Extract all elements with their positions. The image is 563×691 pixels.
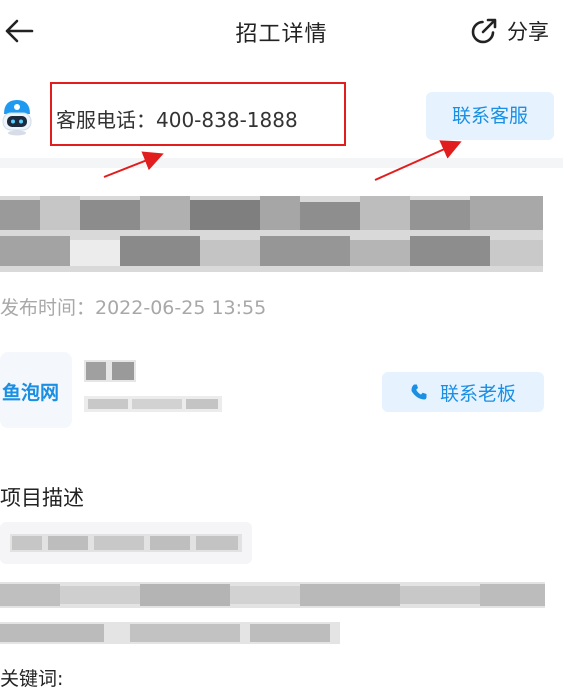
header-bar: 招工详情 分享 [0,0,563,62]
blurred-tags [10,534,242,552]
customer-service-phone: 客服电话：400-838-1888 [56,108,298,132]
share-label: 分享 [507,20,549,44]
section-divider [0,158,563,168]
publish-time: 发布时间：2022-06-25 13:55 [0,297,267,319]
description-section-title: 项目描述 [0,486,84,510]
keywords-label: 关键词: [0,668,64,690]
description-tag-chip [0,522,252,564]
contact-service-button[interactable]: 联系客服 [426,92,554,140]
share-button[interactable]: 分享 [469,14,549,48]
contact-boss-button[interactable]: 联系老板 [382,372,544,412]
customer-service-row: 客服电话：400-838-1888 联系客服 [0,80,563,160]
blurred-boss-info [84,396,222,412]
blurred-description-line [0,582,545,608]
blurred-job-title [0,196,543,272]
share-arrow-icon [471,18,497,44]
company-logo: 鱼泡网 [2,382,60,404]
phone-icon [411,384,427,400]
robot-icon [2,100,32,136]
contact-boss-label: 联系老板 [439,382,516,405]
blurred-description-line [0,622,340,644]
blurred-boss-name [84,360,136,382]
